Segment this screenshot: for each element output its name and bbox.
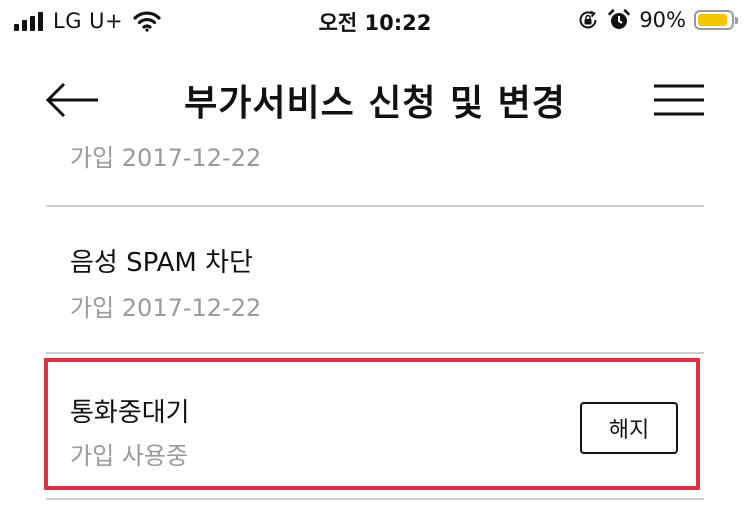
service-name: 통화중대기 <box>70 398 190 428</box>
cancel-subscription-button[interactable]: 해지 <box>580 402 678 454</box>
alarm-icon <box>608 9 631 29</box>
battery-fill <box>698 14 727 26</box>
service-status: 가입 2017-12-22 <box>70 294 262 322</box>
service-status: 가입 2017-12-22 <box>70 144 262 172</box>
hamburger-menu-icon[interactable] <box>650 76 708 124</box>
divider <box>46 205 704 207</box>
page-title: 부가서비스 신청 및 변경 <box>184 83 566 124</box>
battery-icon <box>694 10 738 30</box>
divider <box>46 498 704 500</box>
divider <box>46 352 704 354</box>
status-bar: LG U+ 오전 10:22 90% <box>0 0 750 44</box>
status-right: 90% <box>577 6 738 34</box>
battery-percentage: 90% <box>639 8 686 32</box>
page-header: 부가서비스 신청 및 변경 <box>0 60 750 140</box>
service-status: 가입 사용중 <box>70 442 189 470</box>
service-name: 음성 SPAM 차단 <box>70 248 253 278</box>
orientation-lock-icon <box>579 10 597 29</box>
